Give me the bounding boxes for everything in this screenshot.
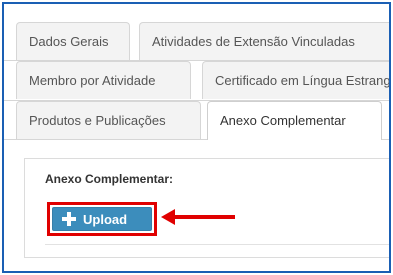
tab-label: Membro por Atividade [29,73,156,88]
tab-label: Dados Gerais [29,34,109,49]
tab-atividades-vinculadas[interactable]: Atividades de Extensão Vinculadas [139,22,389,60]
anexo-label: Anexo Complementar: [45,172,174,186]
panel-separator [45,244,389,245]
tab-membro-por-atividade[interactable]: Membro por Atividade [16,61,191,99]
upload-button[interactable]: Upload [52,207,152,231]
arrow-left-icon [161,207,241,232]
anexo-panel: Anexo Complementar: Upload [24,158,389,258]
upload-highlight-box: Upload [47,202,157,236]
tab-dados-gerais[interactable]: Dados Gerais [16,22,130,60]
tab-certificado-lingua[interactable]: Certificado em Língua Estrangeira [202,61,391,99]
tab-label: Produtos e Publicações [29,113,166,128]
tab-produtos-publicacoes[interactable]: Produtos e Publicações [16,101,201,139]
tab-label: Atividades de Extensão Vinculadas [152,34,355,49]
screenshot-frame: Dados Gerais Atividades de Extensão Vinc… [2,2,391,273]
plus-icon [62,212,76,226]
tab-label: Anexo Complementar [220,113,346,128]
tab-label: Certificado em Língua Estrangeira [215,73,391,88]
tab-anexo-complementar[interactable]: Anexo Complementar [207,101,382,140]
upload-button-label: Upload [83,211,128,227]
